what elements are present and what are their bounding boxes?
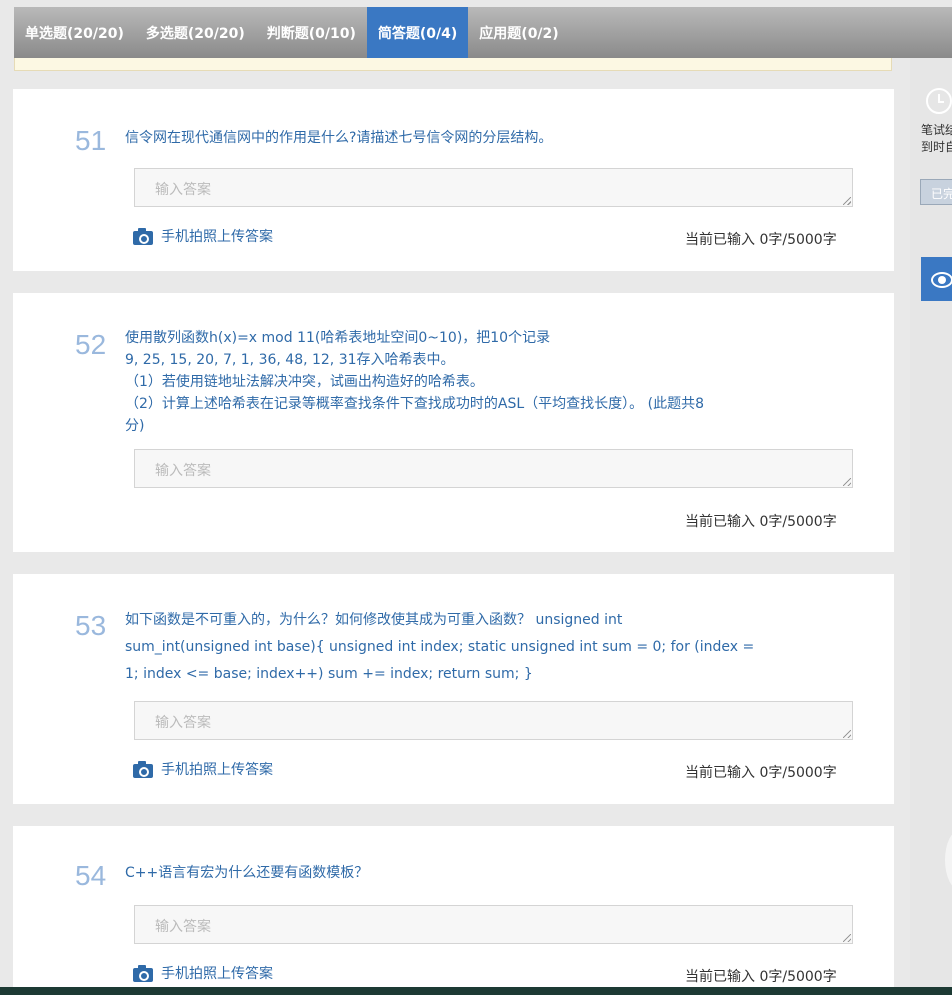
char-counter: 当前已输入 0字/5000字 (685, 765, 837, 781)
tab-short-answer[interactable]: 简答题(0/4) (366, 7, 469, 58)
answer-input[interactable] (134, 168, 853, 207)
question-card-54: 54 C++语言有宏为什么还要有函数模板？ 手机拍照上传答案 当前已输入 0字/… (13, 826, 894, 987)
answer-input[interactable] (134, 905, 853, 944)
question-type-tabs: 单选题(20/20) 多选题(20/20) 判断题(0/10) 简答题(0/4)… (14, 7, 952, 58)
photo-upload-link[interactable]: 手机拍照上传答案 (133, 226, 273, 246)
char-counter: 当前已输入 0字/5000字 (685, 514, 837, 530)
question-text: C++语言有宏为什么还要有函数模板？ (125, 865, 369, 881)
question-number: 53 (75, 610, 107, 641)
floating-handle[interactable] (945, 830, 952, 890)
tab-single-choice[interactable]: 单选题(20/20) (14, 7, 135, 58)
upload-label: 手机拍照上传答案 (161, 229, 273, 245)
question-card-52: 52 使用散列函数h(x)=x mod 11(哈希表地址空间0~10)，把10个… (13, 293, 894, 552)
status-button[interactable]: 已完 (920, 179, 952, 205)
tab-true-false[interactable]: 判断题(0/10) (256, 7, 367, 58)
timer-note-line2: 到时自 (921, 140, 952, 154)
char-counter: 当前已输入 0字/5000字 (685, 969, 837, 985)
eye-icon (931, 272, 952, 288)
photo-upload-link[interactable]: 手机拍照上传答案 (133, 759, 273, 779)
timer-note: 笔试结 到时自 (921, 122, 952, 156)
char-counter: 当前已输入 0字/5000字 (685, 232, 837, 248)
tab-application[interactable]: 应用题(0/2) (468, 7, 569, 58)
bottom-taskbar (0, 987, 952, 995)
photo-upload-link[interactable]: 手机拍照上传答案 (133, 963, 273, 983)
question-text: 如下函数是不可重入的，为什么？如何修改使其成为可重入函数？ unsigned i… (125, 612, 755, 682)
question-number: 54 (75, 860, 107, 891)
upload-label: 手机拍照上传答案 (161, 966, 273, 982)
question-number: 52 (75, 329, 107, 360)
preview-button[interactable] (921, 257, 952, 301)
question-card-53: 53 如下函数是不可重入的，为什么？如何修改使其成为可重入函数？ unsigne… (13, 574, 894, 804)
tab-multiple-choice[interactable]: 多选题(20/20) (135, 7, 256, 58)
camera-icon (133, 760, 153, 778)
answer-input[interactable] (134, 449, 853, 488)
upload-label: 手机拍照上传答案 (161, 762, 273, 778)
exam-sidebar: 笔试结 到时自 已完 (910, 58, 952, 988)
question-text: 使用散列函数h(x)=x mod 11(哈希表地址空间0~10)，把10个记录 … (125, 330, 704, 434)
question-number: 51 (75, 125, 107, 156)
answer-input[interactable] (134, 701, 853, 740)
question-text: 信令网在现代通信网中的作用是什么?请描述七号信令网的分层结构。 (125, 130, 553, 146)
camera-icon (133, 964, 153, 982)
notice-strip (14, 58, 892, 71)
answer-wrapper (13, 168, 894, 207)
question-card-51: 51 信令网在现代通信网中的作用是什么?请描述七号信令网的分层结构。 手机拍照上… (13, 89, 894, 271)
timer-note-line1: 笔试结 (921, 123, 952, 137)
clock-icon (926, 88, 952, 114)
camera-icon (133, 227, 153, 245)
